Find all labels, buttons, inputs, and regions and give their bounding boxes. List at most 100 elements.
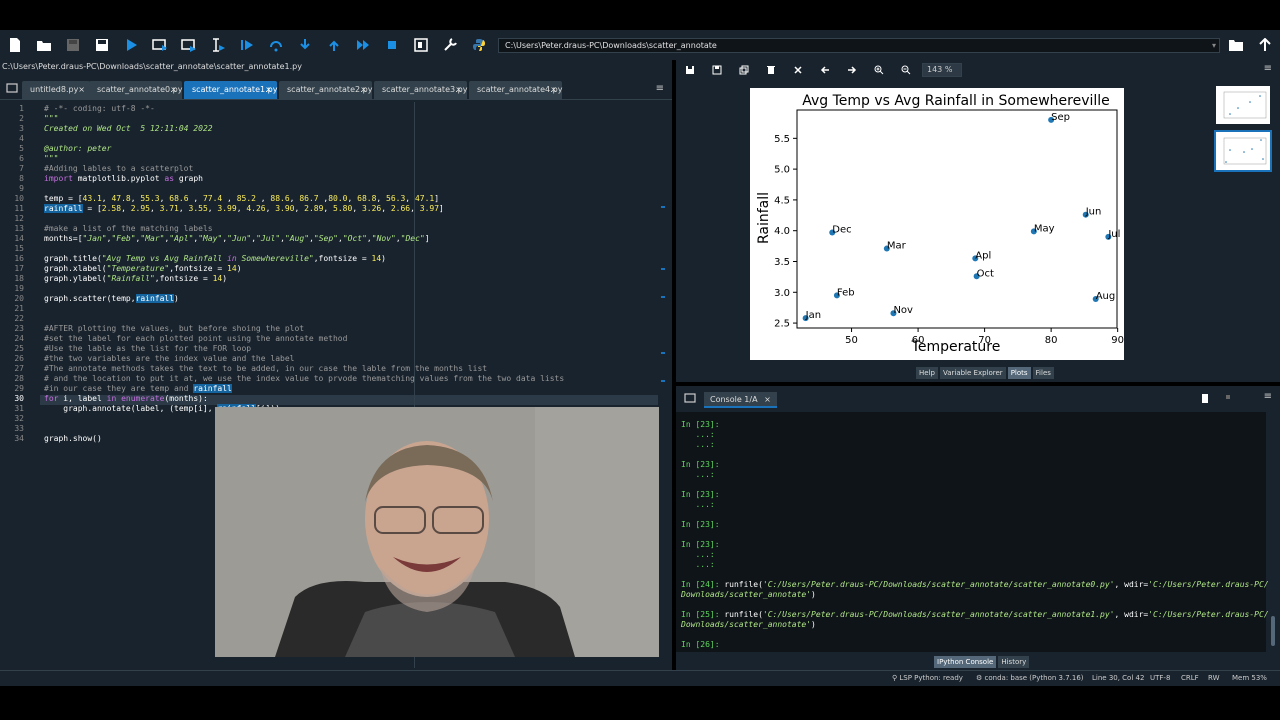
- browse-tabs-icon[interactable]: [6, 82, 18, 96]
- code-line: #Adding lables to a scatterplot: [44, 164, 194, 173]
- line-number: 26: [14, 354, 24, 363]
- code-line: graph.title("Avg Temp vs Avg Rainfall in…: [44, 254, 386, 263]
- editor-tab[interactable]: scatter_annotate3.py ×: [374, 81, 467, 99]
- code-line: #Use the lable as the list for the FOR l…: [44, 344, 252, 353]
- close-icon[interactable]: ×: [360, 81, 367, 99]
- debug-icon[interactable]: [232, 31, 261, 59]
- y-tick-label: 2.5: [774, 319, 790, 330]
- close-icon[interactable]: ×: [265, 81, 272, 99]
- python-path-icon[interactable]: [464, 31, 493, 59]
- delete-all-plots-icon[interactable]: [784, 60, 811, 80]
- code-line: graph.xlabel("Temperature",fontsize = 14…: [44, 264, 242, 273]
- x-tick-label: 60: [912, 335, 925, 346]
- close-icon[interactable]: ×: [455, 81, 462, 99]
- working-directory-input[interactable]: C:\Users\Peter.draus-PC\Downloads\scatte…: [498, 38, 1220, 53]
- close-icon[interactable]: ×: [170, 81, 177, 99]
- browse-console-tabs-icon[interactable]: [684, 392, 696, 406]
- status-bar: ⚲ LSP Python: ready ⚙ conda: base (Pytho…: [0, 670, 1280, 686]
- save-plot-icon[interactable]: [676, 60, 703, 80]
- line-number: 17: [14, 264, 24, 273]
- run-icon[interactable]: [116, 31, 145, 59]
- line-number: 1: [19, 104, 24, 113]
- line-number: 30: [14, 394, 24, 403]
- console-options-menu-icon[interactable]: ≡: [1264, 391, 1272, 402]
- plots-pane: 143 % ≡ Avg Temp vs Avg Rainfall in Some…: [676, 60, 1280, 382]
- line-number: 2: [19, 114, 24, 123]
- run-selection-icon[interactable]: [203, 31, 232, 59]
- stop-kernel-icon[interactable]: [1226, 395, 1230, 399]
- run-cell-icon[interactable]: [145, 31, 174, 59]
- next-plot-icon[interactable]: [838, 60, 865, 80]
- code-line: #set the label for each plotted point us…: [44, 334, 348, 343]
- point-annotation: Apl: [975, 250, 991, 261]
- zoom-in-icon[interactable]: [865, 60, 892, 80]
- clear-console-icon[interactable]: [1200, 392, 1210, 406]
- point-annotation: Aug: [1096, 291, 1116, 302]
- open-folder-icon[interactable]: [29, 31, 58, 59]
- tab-files[interactable]: Files: [1032, 367, 1054, 379]
- tab-help[interactable]: Help: [916, 367, 938, 379]
- tab-plots[interactable]: Plots: [1007, 367, 1031, 379]
- browse-folder-icon[interactable]: [1228, 38, 1244, 54]
- editor-tab-active[interactable]: scatter_annotate1.py ×: [184, 81, 277, 99]
- editor-tab[interactable]: untitled8.py ×: [22, 81, 90, 99]
- parent-directory-icon[interactable]: [1258, 37, 1272, 54]
- close-icon[interactable]: ×: [78, 81, 85, 99]
- editor-tab[interactable]: scatter_annotate4.py ×: [469, 81, 562, 99]
- tab-variable-explorer[interactable]: Variable Explorer: [939, 367, 1006, 379]
- editor-tab[interactable]: scatter_annotate0.py ×: [89, 81, 182, 99]
- code-line: graph.scatter(temp,rainfall): [44, 294, 179, 303]
- code-line: rainfall = [2.58, 2.95, 3.71, 3.55, 3.99…: [44, 204, 444, 213]
- close-icon[interactable]: ×: [764, 395, 771, 404]
- point-annotation: Oct: [977, 268, 994, 279]
- console-tab[interactable]: Console 1/A ×: [704, 392, 777, 408]
- console-line: ...:: [681, 550, 715, 559]
- line-number: 4: [19, 134, 24, 143]
- console-line: ...:: [681, 440, 715, 449]
- file-permissions: RW: [1208, 674, 1220, 682]
- plots-options-menu-icon[interactable]: ≡: [1264, 63, 1272, 74]
- console-scrollbar[interactable]: [1270, 416, 1276, 652]
- copy-plot-icon[interactable]: [730, 60, 757, 80]
- save-icon[interactable]: [58, 31, 87, 59]
- line-number: 25: [14, 344, 24, 353]
- code-line: # -*- coding: utf-8 -*-: [44, 104, 155, 113]
- stop-icon[interactable]: [377, 31, 406, 59]
- previous-plot-icon[interactable]: [811, 60, 838, 80]
- console-line: ...:: [681, 430, 715, 439]
- zoom-level-input[interactable]: 143 %: [922, 63, 962, 77]
- plot-thumbnail[interactable]: [1214, 84, 1272, 126]
- save-all-icon[interactable]: [87, 31, 116, 59]
- plot-thumbnails: [1208, 82, 1280, 362]
- editor-file-path: C:\Users\Peter.draus-PC\Downloads\scatte…: [2, 62, 302, 71]
- console-line: In [23]:: [681, 490, 720, 499]
- chart-title: Avg Temp vs Avg Rainfall in Somewherevil…: [802, 93, 1110, 109]
- scatter-figure: Avg Temp vs Avg Rainfall in Somewherevil…: [750, 88, 1124, 360]
- close-icon[interactable]: ×: [550, 81, 557, 99]
- step-into-icon[interactable]: [290, 31, 319, 59]
- run-cell-advance-icon[interactable]: [174, 31, 203, 59]
- options-menu-icon[interactable]: ≡: [656, 83, 664, 94]
- delete-plot-icon[interactable]: [757, 60, 784, 80]
- webcam-presenter-image: [215, 407, 659, 657]
- tab-ipython-console[interactable]: IPython Console: [934, 656, 997, 668]
- zoom-out-icon[interactable]: [892, 60, 919, 80]
- editor-tab[interactable]: scatter_annotate2.py ×: [279, 81, 372, 99]
- tab-history[interactable]: History: [998, 656, 1030, 668]
- code-line: #The annotate methods takes the text to …: [44, 364, 488, 373]
- memory-usage: Mem 53%: [1232, 674, 1267, 682]
- line-endings: CRLF: [1181, 674, 1199, 682]
- save-all-plots-icon[interactable]: [703, 60, 730, 80]
- editor-tabbar: untitled8.py × scatter_annotate0.py × scat…: [0, 78, 672, 100]
- step-icon[interactable]: [261, 31, 290, 59]
- ipython-console[interactable]: In [23]: ...: ...: In [23]: ...: In [23]: …: [676, 412, 1269, 652]
- code-line: import matplotlib.pyplot as graph: [44, 174, 203, 183]
- new-file-icon[interactable]: [0, 31, 29, 59]
- step-return-icon[interactable]: [319, 31, 348, 59]
- continue-icon[interactable]: [348, 31, 377, 59]
- chevron-down-icon[interactable]: ▾: [1212, 39, 1216, 52]
- scatter-chart: Avg Temp vs Avg Rainfall in Somewherevil…: [756, 93, 1124, 355]
- plot-thumbnail-selected[interactable]: [1214, 130, 1272, 172]
- maximize-pane-icon[interactable]: [406, 31, 435, 59]
- preferences-wrench-icon[interactable]: [435, 31, 464, 59]
